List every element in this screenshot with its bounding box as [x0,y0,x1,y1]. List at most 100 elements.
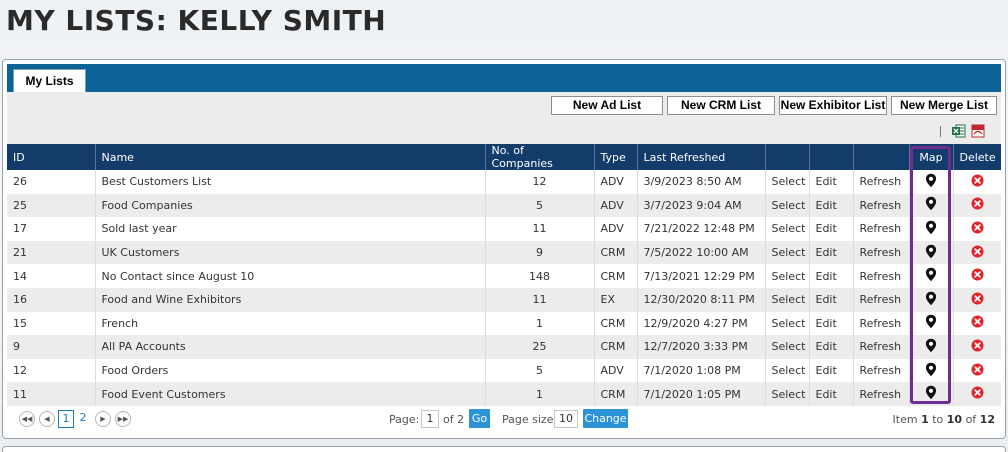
pdf-icon[interactable] [971,124,985,138]
edit-link[interactable]: Edit [809,170,854,194]
select-link[interactable]: Select [765,193,810,218]
col-header-name[interactable]: Name [95,144,486,170]
delete-icon[interactable] [971,292,984,308]
delete-icon[interactable] [971,363,984,379]
delete-icon[interactable] [971,221,984,237]
edit-link[interactable]: Edit [809,193,854,218]
edit-link[interactable]: Edit [809,382,854,406]
edit-link[interactable]: Edit [809,335,854,359]
map-cell [909,193,954,218]
delete-icon[interactable] [971,268,984,284]
table-row: 26 Best Customers List 12 ADV 3/9/2023 8:50 … [7,170,1001,194]
map-pin-icon[interactable] [925,385,937,403]
delete-icon[interactable] [971,245,984,261]
list-name-link[interactable]: Best Customers List [95,170,486,194]
edit-link[interactable]: Edit [809,311,854,336]
list-name-link[interactable]: No Contact since August 10 [95,264,486,288]
col-header-type[interactable]: Type [594,144,638,170]
refresh-link[interactable]: Refresh [853,264,910,288]
lists-panel: My Lists New Ad List New CRM List New Ex… [2,59,1006,439]
select-link[interactable]: Select [765,358,810,383]
select-link[interactable]: Select [765,217,810,241]
select-link[interactable]: Select [765,335,810,359]
page-number-input[interactable]: 1 [421,410,439,428]
edit-link[interactable]: Edit [809,264,854,288]
edit-link[interactable]: Edit [809,358,854,383]
toolbar: New Ad List New CRM List New Exhibitor L… [7,92,1001,144]
col-header-companies[interactable]: No. of Companies [485,144,595,170]
list-name-link[interactable]: Food and Wine Exhibitors [95,287,486,312]
new-exhibitor-list-button[interactable]: New Exhibitor List [779,96,887,115]
page-size-label: Page size: [502,413,558,426]
cell-type: CRM [594,311,638,336]
col-header-id[interactable]: ID [7,144,96,170]
go-button[interactable]: Go [469,409,490,428]
delete-icon[interactable] [971,386,984,402]
new-crm-list-button[interactable]: New CRM List [667,96,775,115]
select-link[interactable]: Select [765,382,810,406]
edit-link[interactable]: Edit [809,240,854,265]
cell-type: EX [594,287,638,312]
select-link[interactable]: Select [765,311,810,336]
refresh-link[interactable]: Refresh [853,217,910,241]
map-pin-icon[interactable] [925,267,937,285]
refresh-link[interactable]: Refresh [853,170,910,194]
refresh-link[interactable]: Refresh [853,382,910,406]
map-pin-icon[interactable] [925,362,937,380]
edit-link[interactable]: Edit [809,287,854,312]
excel-icon[interactable] [952,124,966,138]
table-row: 15 French 1 CRM 12/9/2020 4:27 PM Select Edit R… [7,311,1001,336]
last-page-icon[interactable]: ▶▶ [115,411,131,427]
list-name-link[interactable]: Sold last year [95,217,486,241]
of-total-label: of [965,413,977,426]
page-size-input[interactable]: 10 [554,410,578,428]
cell-companies: 25 [485,335,595,359]
cell-type: ADV [594,217,638,241]
select-link[interactable]: Select [765,264,810,288]
list-name-link[interactable]: All PA Accounts [95,335,486,359]
refresh-link[interactable]: Refresh [853,287,910,312]
map-pin-icon[interactable] [925,291,937,309]
map-pin-icon[interactable] [925,173,937,191]
list-name-link[interactable]: UK Customers [95,240,486,265]
tab-my-lists[interactable]: My Lists [13,69,86,93]
list-name-link[interactable]: Food Orders [95,358,486,383]
refresh-link[interactable]: Refresh [853,358,910,383]
cell-id: 25 [7,193,96,218]
delete-icon[interactable] [971,315,984,331]
select-link[interactable]: Select [765,287,810,312]
lists-table: ID Name No. of Companies Type Last Refre… [7,144,1001,406]
refresh-link[interactable]: Refresh [853,240,910,265]
delete-icon[interactable] [971,339,984,355]
map-pin-icon[interactable] [925,244,937,262]
cell-type: CRM [594,382,638,406]
page-2-link[interactable]: 2 [75,410,91,428]
change-button[interactable]: Change [583,409,628,428]
col-header-edit [809,144,854,170]
col-header-last-refreshed[interactable]: Last Refreshed [637,144,766,170]
edit-link[interactable]: Edit [809,217,854,241]
page-1-link[interactable]: 1 [58,410,74,428]
delete-icon[interactable] [971,174,984,190]
list-name-link[interactable]: Food Companies [95,193,486,218]
refresh-link[interactable]: Refresh [853,311,910,336]
table-row: 9 All PA Accounts 25 CRM 12/7/2020 3:33 PM Se… [7,335,1001,359]
map-pin-icon[interactable] [925,314,937,332]
select-link[interactable]: Select [765,240,810,265]
list-name-link[interactable]: French [95,311,486,336]
first-page-icon[interactable]: ◀◀ [19,411,35,427]
prev-page-icon[interactable]: ◀ [39,411,55,427]
refresh-link[interactable]: Refresh [853,335,910,359]
cell-companies: 11 [485,287,595,312]
cell-last-refreshed: 7/13/2021 12:29 PM [637,264,766,288]
map-pin-icon[interactable] [925,220,937,238]
map-pin-icon[interactable] [925,338,937,356]
list-name-link[interactable]: Food Event Customers [95,382,486,406]
new-ad-list-button[interactable]: New Ad List [551,96,663,115]
map-pin-icon[interactable] [925,196,937,214]
refresh-link[interactable]: Refresh [853,193,910,218]
select-link[interactable]: Select [765,170,810,194]
delete-icon[interactable] [971,197,984,213]
next-page-icon[interactable]: ▶ [95,411,111,427]
new-merge-list-button[interactable]: New Merge List [891,96,997,115]
